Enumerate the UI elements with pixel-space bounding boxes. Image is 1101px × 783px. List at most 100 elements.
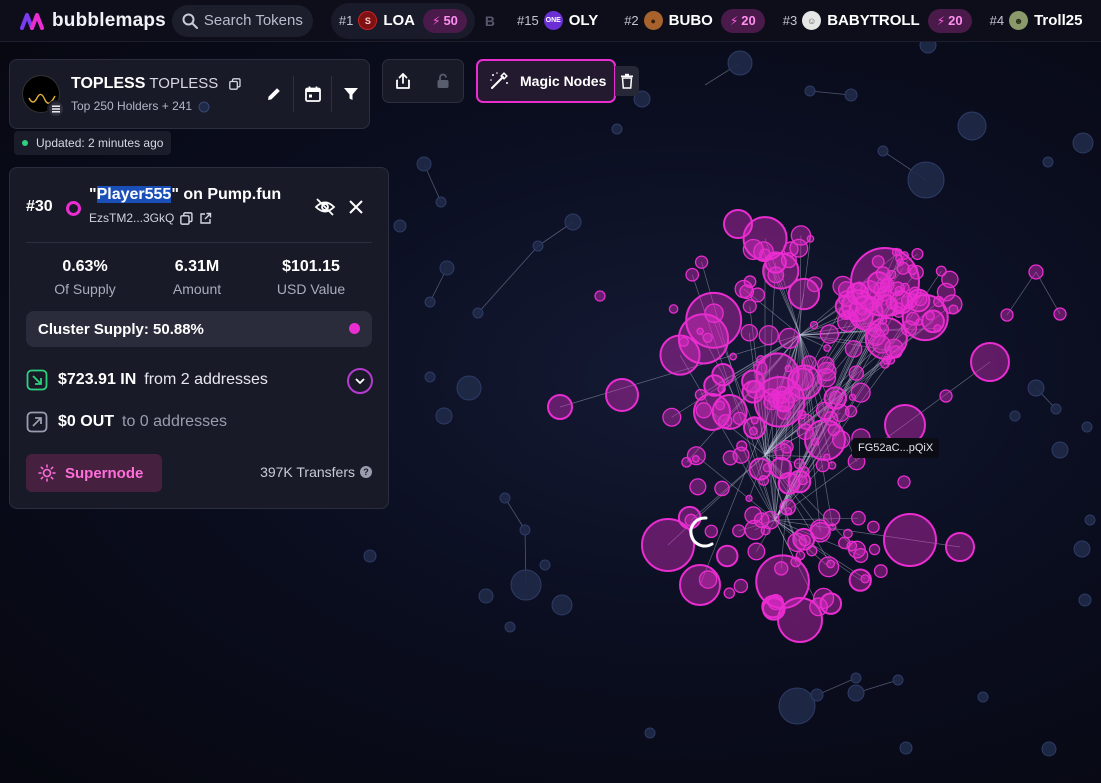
cluster-node[interactable] [745,494,753,503]
cluster-node[interactable] [694,255,709,269]
copy-icon[interactable] [228,77,241,90]
background-node[interactable] [539,559,551,571]
cluster-node[interactable] [744,506,763,525]
cluster-node[interactable] [842,528,853,539]
cluster-node[interactable] [716,544,739,568]
cluster-node[interactable] [911,247,924,261]
cluster-node[interactable] [704,524,719,539]
filter-button[interactable] [331,76,369,112]
ticker-bubo[interactable]: #2 ● BUBO ⚡ 20 [624,3,765,39]
cluster-node[interactable] [756,355,766,364]
logo[interactable]: bubblemaps [20,10,166,32]
cluster-node[interactable] [809,320,819,330]
background-node[interactable] [478,588,494,604]
background-node[interactable] [1027,379,1045,397]
background-node[interactable] [510,569,542,601]
cluster-node[interactable] [806,545,818,557]
background-node[interactable] [363,549,377,563]
background-node[interactable] [844,88,858,102]
cluster-node[interactable] [753,376,806,428]
background-node[interactable] [435,407,453,425]
background-node[interactable] [1050,403,1062,415]
cluster-node[interactable] [897,475,911,489]
cluster-node[interactable] [945,532,975,562]
cluster-node[interactable] [702,332,713,343]
cluster-node[interactable] [850,247,920,317]
background-node[interactable] [644,727,656,739]
cluster-node[interactable] [889,345,903,359]
cluster-node[interactable] [732,524,746,538]
background-node[interactable] [1078,593,1092,607]
cluster-node[interactable] [679,564,721,606]
background-node[interactable] [1009,410,1021,422]
cluster-node[interactable] [723,587,736,599]
cluster-node[interactable] [970,342,1010,382]
background-node[interactable] [611,123,623,135]
cluster-node[interactable] [662,407,682,427]
cluster-node[interactable] [873,564,888,579]
cluster-node[interactable] [883,513,937,567]
cluster-node[interactable] [816,356,835,375]
background-node[interactable] [424,296,436,308]
cluster-node[interactable] [686,446,706,466]
cluster-node[interactable] [848,393,857,401]
cluster-node[interactable] [777,597,823,643]
cluster-node[interactable] [685,267,700,282]
background-node[interactable] [1051,441,1069,459]
cluster-node[interactable] [819,324,840,344]
search-input[interactable]: Search Tokens [171,4,313,37]
background-node[interactable] [907,161,945,199]
background-node[interactable] [519,524,531,536]
cluster-node[interactable] [742,299,757,314]
expand-inflow-button[interactable] [347,368,373,394]
ticker-troll25[interactable]: #4 ☻ Troll25 [990,3,1091,39]
cluster-node[interactable] [641,518,695,572]
cluster-node[interactable] [783,241,799,257]
cluster-node[interactable] [678,336,689,347]
cluster-node[interactable] [822,508,841,527]
background-node[interactable] [977,691,989,703]
cluster-node[interactable] [714,480,730,497]
clear-magic-nodes-button[interactable] [615,66,639,96]
cluster-node[interactable] [758,325,779,346]
cluster-node[interactable] [851,510,866,526]
cluster-node[interactable] [784,507,793,515]
background-node[interactable] [1084,514,1096,526]
cluster-node[interactable] [838,536,851,550]
background-node[interactable] [1041,741,1057,757]
cluster-node[interactable] [828,390,843,405]
cluster-node[interactable] [1028,264,1044,280]
cluster-node[interactable] [880,358,890,369]
cluster-node[interactable] [762,252,800,290]
cluster-node[interactable] [795,550,806,561]
background-node[interactable] [899,741,913,755]
cluster-node[interactable] [723,209,753,239]
cluster-node[interactable] [729,352,738,361]
cluster-node[interactable] [734,279,753,299]
background-node[interactable] [532,240,544,252]
background-node[interactable] [1081,421,1093,433]
cluster-node[interactable] [732,446,750,464]
background-node[interactable] [504,621,516,633]
background-node[interactable] [439,260,455,276]
cluster-node[interactable] [935,265,947,277]
hide-eye-icon[interactable] [314,196,336,218]
cluster-supply-bar[interactable]: Cluster Supply: 50.88% [26,311,372,347]
background-node[interactable] [1072,132,1094,154]
copy-icon[interactable] [180,211,193,225]
background-node[interactable] [424,371,436,383]
ticker-babytroll[interactable]: #3 ☺ BABYTROLL ⚡ 20 [783,3,972,39]
cluster-node[interactable] [693,393,731,431]
cluster-node[interactable] [853,547,869,563]
edit-button[interactable] [255,76,293,112]
supernode-button[interactable]: Supernode [26,454,162,492]
background-node[interactable] [435,196,447,208]
cluster-node[interactable] [868,543,881,556]
cluster-node[interactable] [733,578,749,594]
background-node[interactable] [957,111,987,141]
background-node[interactable] [472,307,484,319]
background-node[interactable] [456,375,482,401]
cluster-node[interactable] [793,458,805,470]
cluster-node[interactable] [848,365,865,381]
ticker-oly[interactable]: #15 ONE OLY [517,3,606,39]
